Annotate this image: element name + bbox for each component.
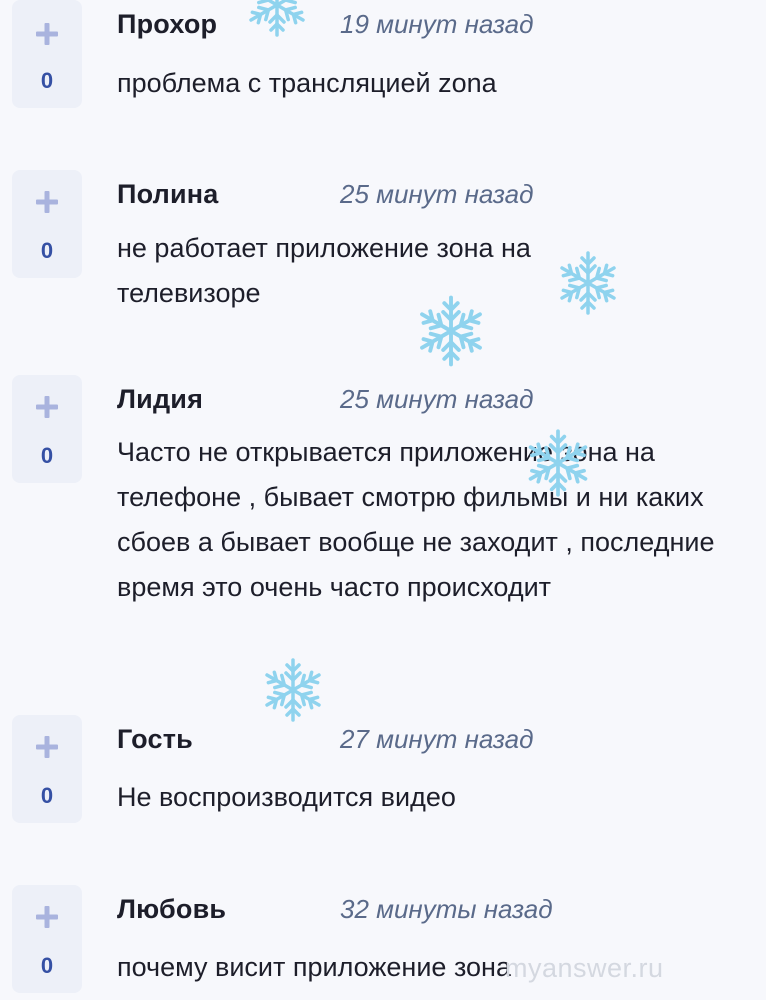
plus-icon — [36, 736, 58, 758]
snowflake-icon — [553, 248, 623, 318]
snowflake-icon — [521, 426, 595, 500]
comment-text: проблема с трансляцией zona — [117, 68, 497, 98]
plus-icon — [36, 23, 58, 45]
vote-count: 0 — [40, 783, 54, 808]
comment-time: 32 минуты назад — [340, 894, 553, 924]
upvote-button[interactable] — [12, 18, 82, 50]
comment-author: Полина — [117, 179, 219, 209]
vote-box: 0 — [12, 375, 82, 483]
plus-icon — [36, 396, 58, 418]
watermark: myanswer.ru — [505, 953, 664, 983]
vote-box: 0 — [12, 885, 82, 993]
upvote-button[interactable] — [12, 186, 82, 218]
upvote-button[interactable] — [12, 901, 82, 933]
comment-time: 25 минут назад — [340, 384, 534, 414]
comment-time: 25 минут назад — [340, 179, 534, 209]
vote-box: 0 — [12, 715, 82, 823]
upvote-button[interactable] — [12, 731, 82, 763]
vote-box: 0 — [12, 170, 82, 278]
plus-icon — [36, 906, 58, 928]
snowflake-icon — [242, 0, 312, 40]
upvote-button[interactable] — [12, 391, 82, 423]
vote-count: 0 — [40, 238, 54, 263]
comment-text: Часто не открывается приложение зона на … — [117, 437, 715, 602]
vote-count: 0 — [40, 443, 54, 468]
comment-text: Не воспроизводится видео — [117, 782, 456, 812]
comment-author: Гость — [117, 724, 193, 754]
comment-time: 27 минут назад — [340, 724, 534, 754]
comment-author: Прохор — [117, 9, 218, 39]
plus-icon — [36, 191, 58, 213]
snowflake-icon — [412, 292, 490, 370]
comment-time: 19 минут назад — [340, 9, 534, 39]
snowflake-icon — [258, 655, 328, 725]
comment-author: Любовь — [117, 894, 227, 924]
vote-box: 0 — [12, 0, 82, 108]
vote-count: 0 — [40, 68, 54, 93]
vote-count: 0 — [40, 953, 54, 978]
comment-author: Лидия — [117, 384, 204, 414]
